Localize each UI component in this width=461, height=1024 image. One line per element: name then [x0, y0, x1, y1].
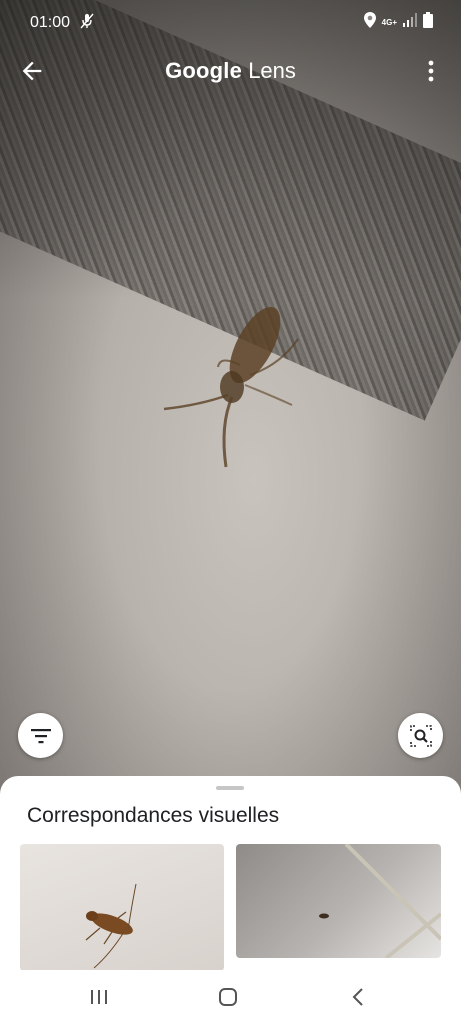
filter-icon: [30, 728, 51, 743]
recents-icon[interactable]: [84, 984, 114, 1010]
visual-match-2[interactable]: [236, 844, 441, 958]
camera-image[interactable]: [0, 0, 461, 800]
network-type: 4G+: [381, 17, 397, 27]
battery-icon: [423, 12, 433, 33]
app-title: Google Lens: [0, 58, 461, 84]
nav-back-icon[interactable]: [343, 984, 373, 1010]
system-nav-bar: [0, 970, 461, 1024]
lens-wordmark: Lens: [248, 58, 296, 83]
search-region-button[interactable]: [398, 713, 443, 758]
status-time: 01:00: [30, 14, 71, 31]
vignette: [0, 0, 461, 800]
more-options-icon[interactable]: [421, 58, 441, 84]
image-search-icon: [409, 724, 432, 747]
mic-off-icon: [80, 13, 94, 34]
drag-handle[interactable]: [216, 786, 244, 790]
signal-icon: [403, 13, 417, 32]
location-icon: [363, 12, 376, 33]
status-bar: 01:00 4G+: [0, 0, 461, 44]
tiled-floor-image: [319, 844, 441, 958]
visual-matches-title: Correspondances visuelles: [27, 804, 280, 827]
visual-match-1[interactable]: [20, 844, 224, 971]
home-icon[interactable]: [213, 984, 243, 1010]
filter-button[interactable]: [18, 713, 63, 758]
cockroach-image: [85, 883, 137, 969]
top-app-bar: Google Lens: [0, 48, 461, 92]
google-wordmark: Google: [165, 58, 243, 83]
